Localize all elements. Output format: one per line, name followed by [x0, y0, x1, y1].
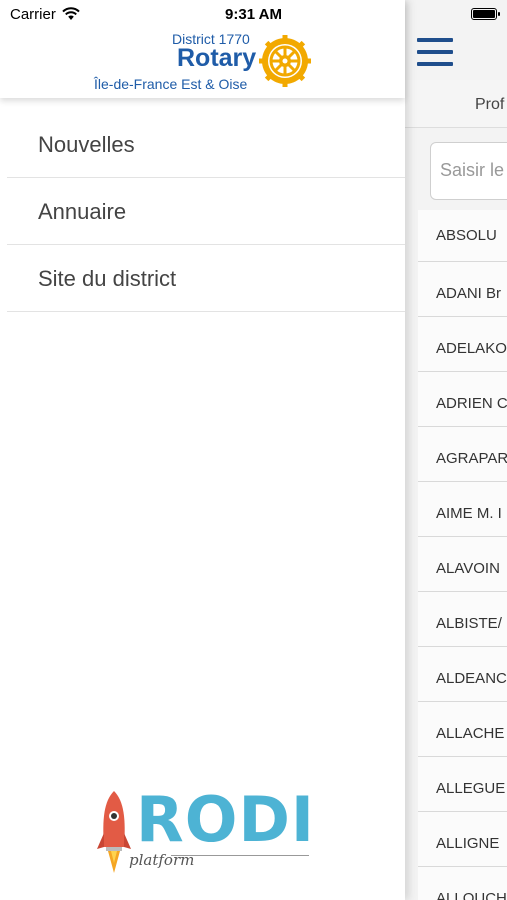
rotary-wheel-icon	[259, 35, 311, 87]
rocket-icon	[97, 791, 131, 873]
logo-rotary: Rotary	[177, 44, 257, 72]
list-item[interactable]: ALAVOIN	[418, 537, 507, 592]
list-item[interactable]: ALLIGNE	[418, 812, 507, 867]
list-item-name: ALAVOIN	[436, 560, 500, 577]
rodi-platform-logo: RODI platform	[96, 783, 316, 880]
list-item[interactable]: ALDEANC	[418, 647, 507, 702]
list-item-name: ALBISTE/	[436, 615, 502, 632]
background-tab-label: Prof	[475, 96, 505, 113]
carrier-label: Carrier	[10, 5, 56, 23]
search-placeholder: Saisir le	[440, 160, 505, 180]
list-item-name: ALLIGNE	[436, 835, 500, 852]
list-item-name: ADELAKO	[436, 340, 507, 357]
drawer-menu: Nouvelles Annuaire Site du district	[7, 111, 405, 312]
logo-region: Île-de-France Est & Oise	[94, 76, 248, 92]
list-item[interactable]: ADANI Br	[418, 262, 507, 317]
list-item[interactable]: AIME M. I	[418, 482, 507, 537]
list-item[interactable]: ABSOLU	[418, 210, 507, 262]
list-item[interactable]: ALLACHE	[418, 702, 507, 757]
menu-item-site-du-district[interactable]: Site du district	[7, 245, 405, 312]
menu-item-nouvelles[interactable]: Nouvelles	[7, 111, 405, 178]
list-item[interactable]: ALLOUCH	[418, 867, 507, 900]
menu-item-label: Site du district	[38, 266, 177, 291]
list-item-name: AGRAPAR	[436, 450, 507, 467]
rodi-underline	[171, 855, 309, 856]
list-item[interactable]: ALLEGUE	[418, 757, 507, 812]
list-item-name: ALLACHE	[436, 725, 505, 742]
list-item-name: ADANI Br	[436, 285, 502, 302]
status-bar: Carrier 9:31 AM	[0, 0, 507, 28]
wifi-icon	[62, 7, 80, 20]
list-item-name: ALLEGUE	[436, 780, 506, 797]
rodi-subtitle: platform	[129, 851, 195, 869]
background-tab-bar[interactable]: Prof	[405, 80, 507, 128]
rodi-wordmark: RODI	[136, 783, 315, 856]
battery-icon	[471, 8, 500, 20]
hamburger-menu-icon[interactable]	[417, 38, 453, 66]
list-item[interactable]: ALBISTE/	[418, 592, 507, 647]
status-left: Carrier	[10, 6, 80, 23]
navigation-drawer: District 1770 Rotary Île-de-France Est &…	[0, 0, 405, 900]
list-item-name: ABSOLU	[436, 227, 497, 244]
list-item-name: ADRIEN C	[436, 395, 507, 412]
list-item-name: ALLOUCH	[436, 890, 507, 900]
rotary-logo: District 1770 Rotary Île-de-France Est &…	[94, 30, 314, 94]
menu-item-annuaire[interactable]: Annuaire	[7, 178, 405, 245]
list-item[interactable]: ADRIEN C	[418, 372, 507, 427]
list-item-name: AIME M. I	[436, 505, 502, 522]
list-item-name: ALDEANC	[436, 670, 507, 687]
background-directory-list: ABSOLU ADANI Br ADELAKO ADRIEN C AGRAPAR AIME…	[418, 210, 507, 900]
list-item[interactable]: AGRAPAR	[418, 427, 507, 482]
menu-item-label: Nouvelles	[38, 132, 135, 157]
background-search-input[interactable]: Saisir le	[430, 142, 507, 200]
list-item[interactable]: ADELAKO	[418, 317, 507, 372]
menu-item-label: Annuaire	[38, 199, 127, 224]
